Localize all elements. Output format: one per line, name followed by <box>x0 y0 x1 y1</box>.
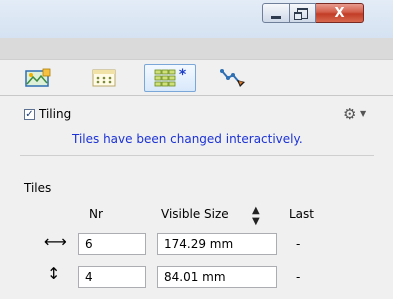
tiles-vertical-visible-size-input[interactable]: 84.01 mm <box>157 266 277 288</box>
tab-map-layout[interactable] <box>20 64 56 92</box>
window-title-bar: X <box>0 0 393 38</box>
map-layout-icon <box>25 68 51 87</box>
modified-marker: * <box>178 67 187 83</box>
column-header-visible-size: Visible Size <box>161 207 229 221</box>
divider <box>20 155 374 156</box>
tiling-checkbox[interactable]: ✓ <box>24 109 35 120</box>
column-header-nr: Nr <box>89 207 103 221</box>
toolbar-strip <box>0 38 393 60</box>
gear-icon[interactable]: ⚙ <box>343 105 356 123</box>
tiles-section-label: Tiles <box>24 181 52 195</box>
tiling-checkbox-label[interactable]: Tiling <box>39 107 71 121</box>
tiles-vertical-count-input[interactable]: 4 <box>78 266 146 288</box>
tiles-horizontal-visible-size-input[interactable]: 174.29 mm <box>157 233 277 255</box>
tab-route-path[interactable] <box>213 64 253 92</box>
minimize-button[interactable] <box>262 3 290 23</box>
tab-grid-dots[interactable] <box>86 64 122 92</box>
close-icon: X <box>334 5 345 21</box>
minimize-icon <box>271 15 281 19</box>
tiles-grid-icon <box>154 69 176 87</box>
tool-tab-bar: * <box>0 60 393 96</box>
tiles-vertical-last: - <box>296 270 301 284</box>
sort-icon[interactable]: ▲ ▼ <box>252 205 260 227</box>
tiles-changed-message: Tiles have been changed interactively. <box>72 132 303 146</box>
horizontal-arrows-icon: ⟷ <box>44 232 67 251</box>
window-controls: X <box>262 3 364 23</box>
grid-dots-icon <box>92 69 116 87</box>
route-path-icon <box>220 69 245 87</box>
vertical-arrows-icon: ↕ <box>47 264 61 283</box>
tiles-horizontal-count-input[interactable]: 6 <box>78 233 146 255</box>
close-button[interactable]: X <box>316 3 364 23</box>
tiles-horizontal-last: - <box>296 237 301 251</box>
tab-tiles[interactable]: * <box>144 64 196 92</box>
chevron-down-icon[interactable]: ▼ <box>360 109 366 118</box>
tiling-panel: ✓ Tiling ⚙ ▼ Tiles have been changed int… <box>0 96 393 299</box>
restore-icon <box>294 7 308 20</box>
restore-button[interactable] <box>290 3 316 23</box>
column-header-last: Last <box>289 207 314 221</box>
